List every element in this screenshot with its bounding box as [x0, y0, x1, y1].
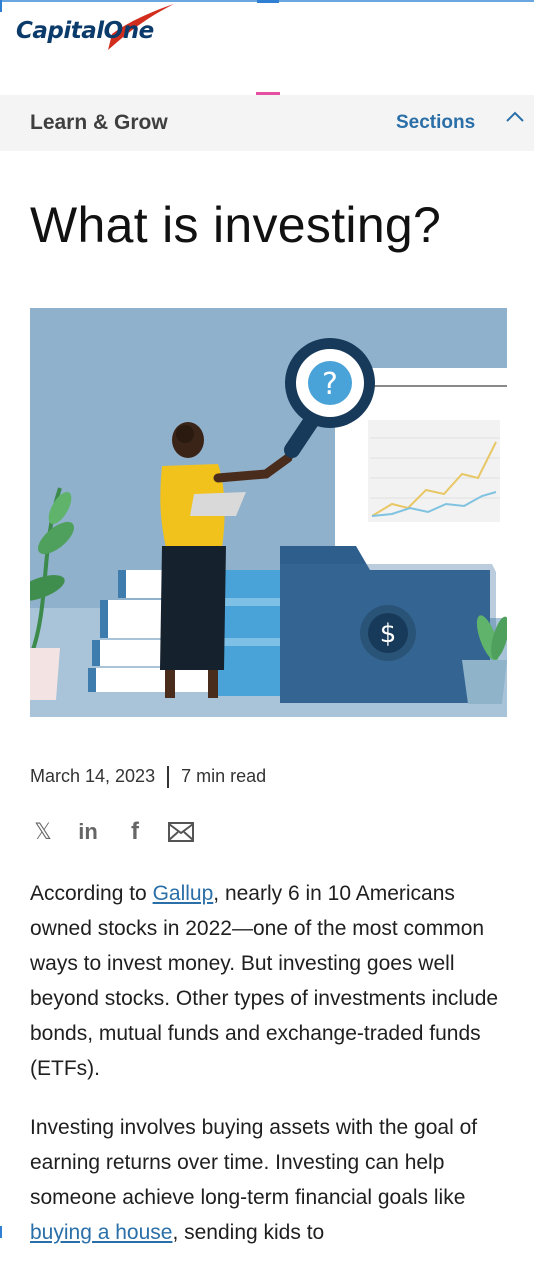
focus-indicator: [257, 0, 279, 3]
meta-divider: [167, 766, 170, 789]
text-span: According to: [30, 882, 153, 905]
paragraph-1: According to Gallup, nearly 6 in 10 Amer…: [30, 876, 510, 1086]
facebook-icon[interactable]: f: [122, 818, 148, 846]
question-mark: ?: [322, 367, 338, 402]
dollar-sign: $: [380, 619, 397, 649]
gallup-link[interactable]: Gallup: [153, 882, 214, 905]
publish-date: March 14, 2023: [30, 766, 156, 786]
subnav-bar: Learn & Grow Sections: [0, 95, 534, 151]
article-meta: March 14, 2023 7 min read: [30, 766, 267, 789]
paragraph-2: Investing involves buying assets with th…: [30, 1110, 510, 1250]
article-body: According to Gallup, nearly 6 in 10 Amer…: [30, 876, 510, 1274]
sections-toggle[interactable]: Sections: [396, 112, 475, 134]
text-span: Investing involves buying assets with th…: [30, 1116, 478, 1209]
text-span: , sending kids to: [172, 1221, 325, 1244]
linkedin-icon[interactable]: in: [75, 818, 101, 846]
email-icon[interactable]: [168, 818, 194, 846]
hero-illustration: $ ?: [30, 308, 507, 717]
buying-a-house-link[interactable]: buying a house: [30, 1221, 172, 1244]
x-icon[interactable]: 𝕏: [30, 818, 56, 846]
chevron-up-icon[interactable]: [505, 109, 525, 125]
page-edge-marker: [0, 1226, 2, 1238]
page-title: What is investing?: [30, 197, 442, 253]
read-time: 7 min read: [181, 766, 267, 786]
logo-text: CapitalOne: [16, 18, 154, 44]
subnav-title[interactable]: Learn & Grow: [30, 111, 168, 135]
page-edge-marker: [0, 0, 2, 12]
text-span: , nearly 6 in 10 Americans owned stocks …: [30, 882, 499, 1080]
capital-one-logo[interactable]: CapitalOne: [16, 0, 176, 60]
